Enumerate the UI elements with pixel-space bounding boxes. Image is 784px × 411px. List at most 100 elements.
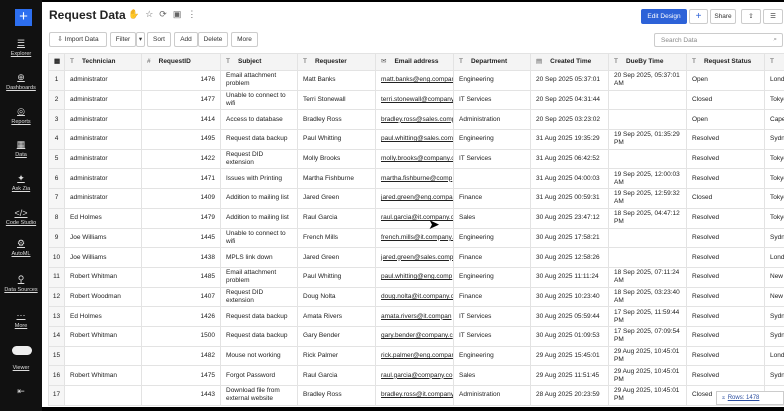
table-row[interactable]: 5 administrator 1422 Request DID extension M… [48,148,784,170]
table-cell: 1414 [141,109,221,131]
table-row[interactable]: 3 administrator 1414 Access to database Brad… [48,109,784,131]
table-row[interactable]: 14 Robert Whitman 1500 Request data backup G… [48,325,784,347]
email-link[interactable]: rick.palmer@eng.compar [375,345,454,367]
table-row[interactable]: 7 administrator 1409 Addition to mailing li… [48,188,784,209]
add-button[interactable]: + [689,9,708,24]
email-link[interactable]: jared.green@eng.compar [375,188,454,209]
table-cell: IT Services [453,89,531,111]
search-placeholder: Search Data [661,37,698,44]
comment-icon[interactable]: ☰ [763,9,783,24]
table-cell: 18 Sep 2025, 07:11:24 AM [608,266,687,288]
sidebar-item-data-sources[interactable]: ⚲ Data Sources [0,274,42,293]
sort-button[interactable]: Sort [147,32,171,47]
filter-dropdown[interactable]: ▾ [136,32,145,47]
table-row[interactable]: 16 Robert Whitman 1475 Forgot Password Raul … [48,365,784,386]
sidebar-item-explorer[interactable]: ☰ Explorer [0,38,42,57]
column-header[interactable]: T DueBy Time [608,53,687,71]
email-link[interactable]: raul.garcia@company.co [375,365,454,386]
column-header[interactable]: T Technician [64,53,142,71]
column-header[interactable]: T Subject [220,53,298,71]
table-cell: Finance [453,247,531,268]
table-cell: 1471 [141,168,221,190]
add-row-button[interactable]: Add [174,32,198,47]
table-cell: 28 Aug 2025 20:23:59 [530,385,609,406]
more-vert-icon[interactable]: ⋮ [187,9,202,19]
export-icon[interactable]: ⇪ [741,9,761,24]
share-button[interactable]: Share [710,9,736,24]
email-link[interactable]: jared.green@sales.comp [375,247,454,268]
row-header-icon[interactable]: ▦ [48,53,65,71]
table-cell: 30 Aug 2025 05:59:44 [530,306,609,327]
column-header[interactable]: # RequestID [141,53,221,71]
sidebar-item-ask-zia[interactable]: ✦ Ask Zia [0,173,42,192]
search-input[interactable]: Search Data ⌕ [654,33,783,47]
filter-button[interactable]: Filter [110,32,136,47]
table-cell: administrator [64,129,142,150]
edit-design-button[interactable]: Edit Design [641,9,687,24]
sidebar-item-automl[interactable]: ⚙ AutoML [0,238,42,257]
column-header[interactable]: ✉ Email address [375,53,454,71]
hand-icon[interactable]: ✋ [128,9,145,19]
table-cell: MPLS link down [220,247,298,268]
sidebar-item-reports[interactable]: ◎ Reports [0,106,42,125]
table-row[interactable]: 15 1482 Mouse not working Rick Palmer rick.p… [48,345,784,367]
email-link[interactable]: paul.whitting@eng.comp [375,266,454,288]
save-icon[interactable]: ▣ [173,9,188,19]
email-link[interactable]: bradley.ross@it.company [375,385,454,406]
table-row[interactable]: 10 Joe Williams 1438 MPLS link down Jared Gr… [48,247,784,268]
email-link[interactable]: raul.garcia@it.company.c [375,207,454,229]
email-link[interactable]: amata.rivers@it.compan [375,306,454,327]
sidebar-item-data[interactable]: ▦ Data [0,139,42,158]
table-row[interactable]: 13 Ed Holmes 1426 Request data backup Amata … [48,306,784,327]
email-link[interactable]: gary.bender@company.c [375,325,454,347]
table-row[interactable]: 9 Joe Williams 1445 Unable to connect to wi… [48,227,784,249]
table-cell: IT Services [453,148,531,170]
sidebar-item-more[interactable]: ⋯ More [0,310,42,329]
column-header[interactable]: ▤ Created Time [530,53,609,71]
column-header[interactable]: T Department [453,53,531,71]
table-row[interactable]: 2 administrator 1477 Unable to connect to w… [48,89,784,111]
table-row[interactable]: 8 Ed Holmes 1479 Addition to mailing list Ra… [48,207,784,229]
sidebar-item-label: Reports [11,119,31,125]
table-cell [608,89,687,111]
sidebar-item-dashboards[interactable]: ⊕ Dashboards [0,72,42,91]
email-link[interactable]: matt.banks@eng.company [375,70,454,91]
viewer-toggle[interactable] [12,346,32,355]
table-row[interactable]: 6 administrator 1471 Issues with Printing Ma… [48,168,784,190]
email-link[interactable]: paul.whitting@sales.com [375,129,454,150]
import-data-button[interactable]: ⇩ Import Data [49,32,107,47]
sidebar-item-code-studio[interactable]: </> Code Studio [0,208,42,226]
column-header[interactable]: T Request Status [686,53,765,71]
table-cell: Robert Woodman [64,286,142,308]
email-link[interactable]: molly.brooks@company.c [375,148,454,170]
create-button[interactable]: + [15,9,32,26]
table-cell: 1407 [141,286,221,308]
table-row[interactable]: 17 1443 Download file from external websit… [48,385,784,406]
column-header[interactable]: T [764,53,784,71]
more-button[interactable]: More [231,32,258,47]
table-cell: Martha Fishburne [297,168,376,190]
email-link[interactable]: french.mills@it.company. [375,227,454,249]
column-header[interactable]: T Requester [297,53,376,71]
email-link[interactable]: terri.stonewall@company [375,89,454,111]
table-row[interactable]: 11 Robert Whitman 1485 Email attachment pro… [48,266,784,288]
email-link[interactable]: martha.fishburne@comp [375,168,454,190]
sidebar: + ☰ Explorer ⊕ Dashboards ◎ Reports ▦ Data ✦ Ask … [0,0,42,411]
table-row[interactable]: 4 administrator 1495 Request data backup Pau… [48,129,784,150]
table-row[interactable]: 12 Robert Woodman 1407 Request DID extensio… [48,286,784,308]
rows-count[interactable]: ⌅ Rows: 1478 [716,391,784,405]
collapse-icon[interactable]: ⇤ [0,386,42,397]
star-icon[interactable]: ☆ [145,9,159,19]
sidebar-item-viewer[interactable]: Viewer [0,365,42,371]
table-cell: Sales [453,365,531,386]
row-number: 5 [48,148,65,170]
delete-button[interactable]: Delete [198,32,228,47]
sidebar-item-label: AutoML [11,251,31,257]
table-row[interactable]: 1 administrator 1476 Email attachment probl… [48,70,784,91]
sidebar-item-label: Code Studio [5,220,37,226]
column-label: Technician [81,58,116,65]
email-link[interactable]: bradley.ross@sales.comp [375,109,454,131]
email-link[interactable]: doug.nolta@it.company.c [375,286,454,308]
row-number: 1 [48,70,65,91]
refresh-icon[interactable]: ⟳ [159,9,173,19]
